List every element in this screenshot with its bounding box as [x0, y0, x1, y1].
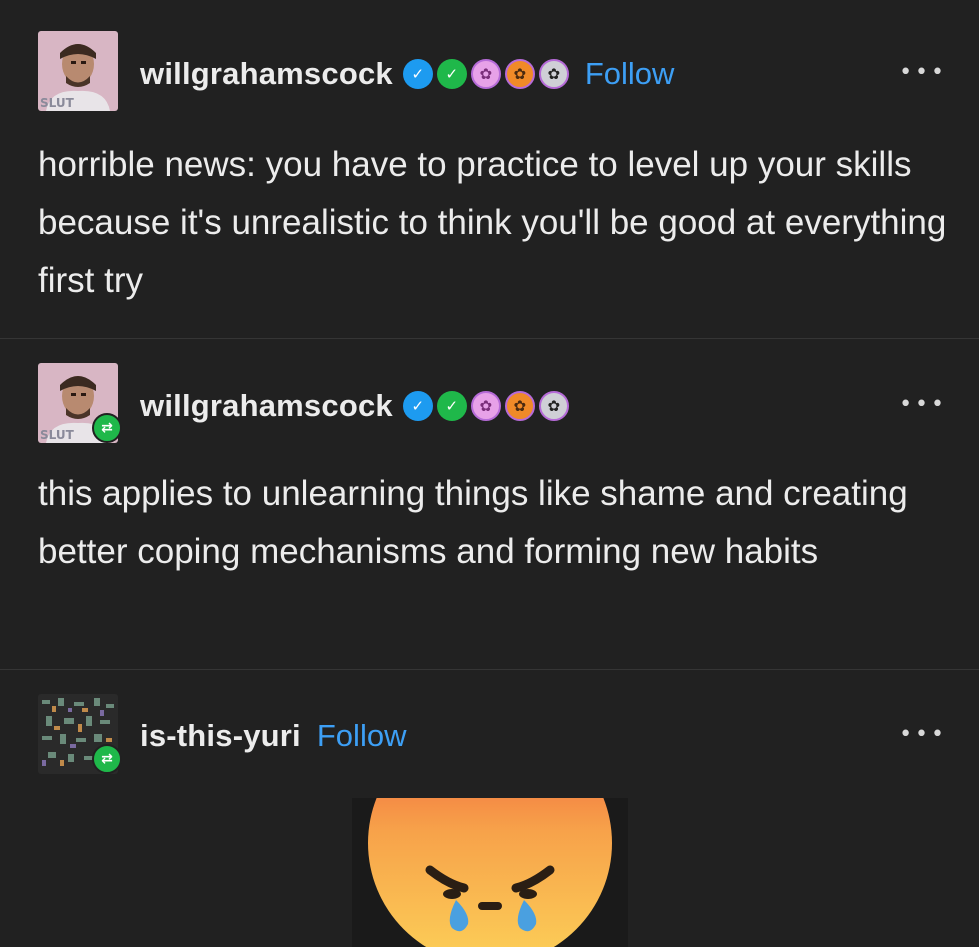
- more-options-icon[interactable]: •••: [899, 722, 947, 747]
- follow-button[interactable]: Follow: [317, 718, 407, 754]
- svg-text:SLUT: SLUT: [40, 96, 75, 110]
- username[interactable]: willgrahamscock: [140, 56, 393, 92]
- username[interactable]: is-this-yuri: [140, 718, 301, 754]
- post-header: willgrahamscock ✓ ✓ ✿ ✿ ✿: [140, 384, 569, 428]
- avatar-container: SLUT: [38, 31, 118, 111]
- verified-blue-icon: ✓: [402, 59, 433, 89]
- username[interactable]: willgrahamscock: [140, 388, 393, 424]
- reblog-icon: ⇄: [92, 744, 122, 774]
- verified-green-icon: ✓: [436, 59, 467, 89]
- post-text: this applies to unlearning things like s…: [38, 474, 908, 571]
- divider: [0, 338, 979, 339]
- avatar-container: SLUT ⇄: [38, 363, 122, 443]
- avatar-container: ⇄: [38, 694, 122, 774]
- divider: [0, 669, 979, 670]
- crying-angry-emoji-icon: [368, 798, 612, 947]
- paw-gray-icon: ✿: [538, 59, 569, 89]
- avatar[interactable]: SLUT: [38, 31, 118, 111]
- post-header: is-this-yuri Follow: [140, 714, 406, 758]
- more-options-icon[interactable]: •••: [899, 60, 947, 85]
- svg-text:SLUT: SLUT: [40, 428, 75, 442]
- paw-gray-icon: ✿: [538, 391, 569, 421]
- post-text: horrible news: you have to practice to l…: [38, 145, 947, 300]
- post-header: willgrahamscock ✓ ✓ ✿ ✿ ✿ Follow: [140, 52, 674, 96]
- paw-pink-icon: ✿: [470, 59, 501, 89]
- paw-orange-icon: ✿: [504, 391, 535, 421]
- verified-green-icon: ✓: [436, 391, 467, 421]
- verified-blue-icon: ✓: [402, 391, 433, 421]
- post-image: [352, 798, 628, 947]
- paw-orange-icon: ✿: [504, 59, 535, 89]
- paw-pink-icon: ✿: [470, 391, 501, 421]
- more-options-icon[interactable]: •••: [899, 392, 947, 417]
- reblog-icon: ⇄: [92, 413, 122, 443]
- follow-button[interactable]: Follow: [585, 56, 675, 92]
